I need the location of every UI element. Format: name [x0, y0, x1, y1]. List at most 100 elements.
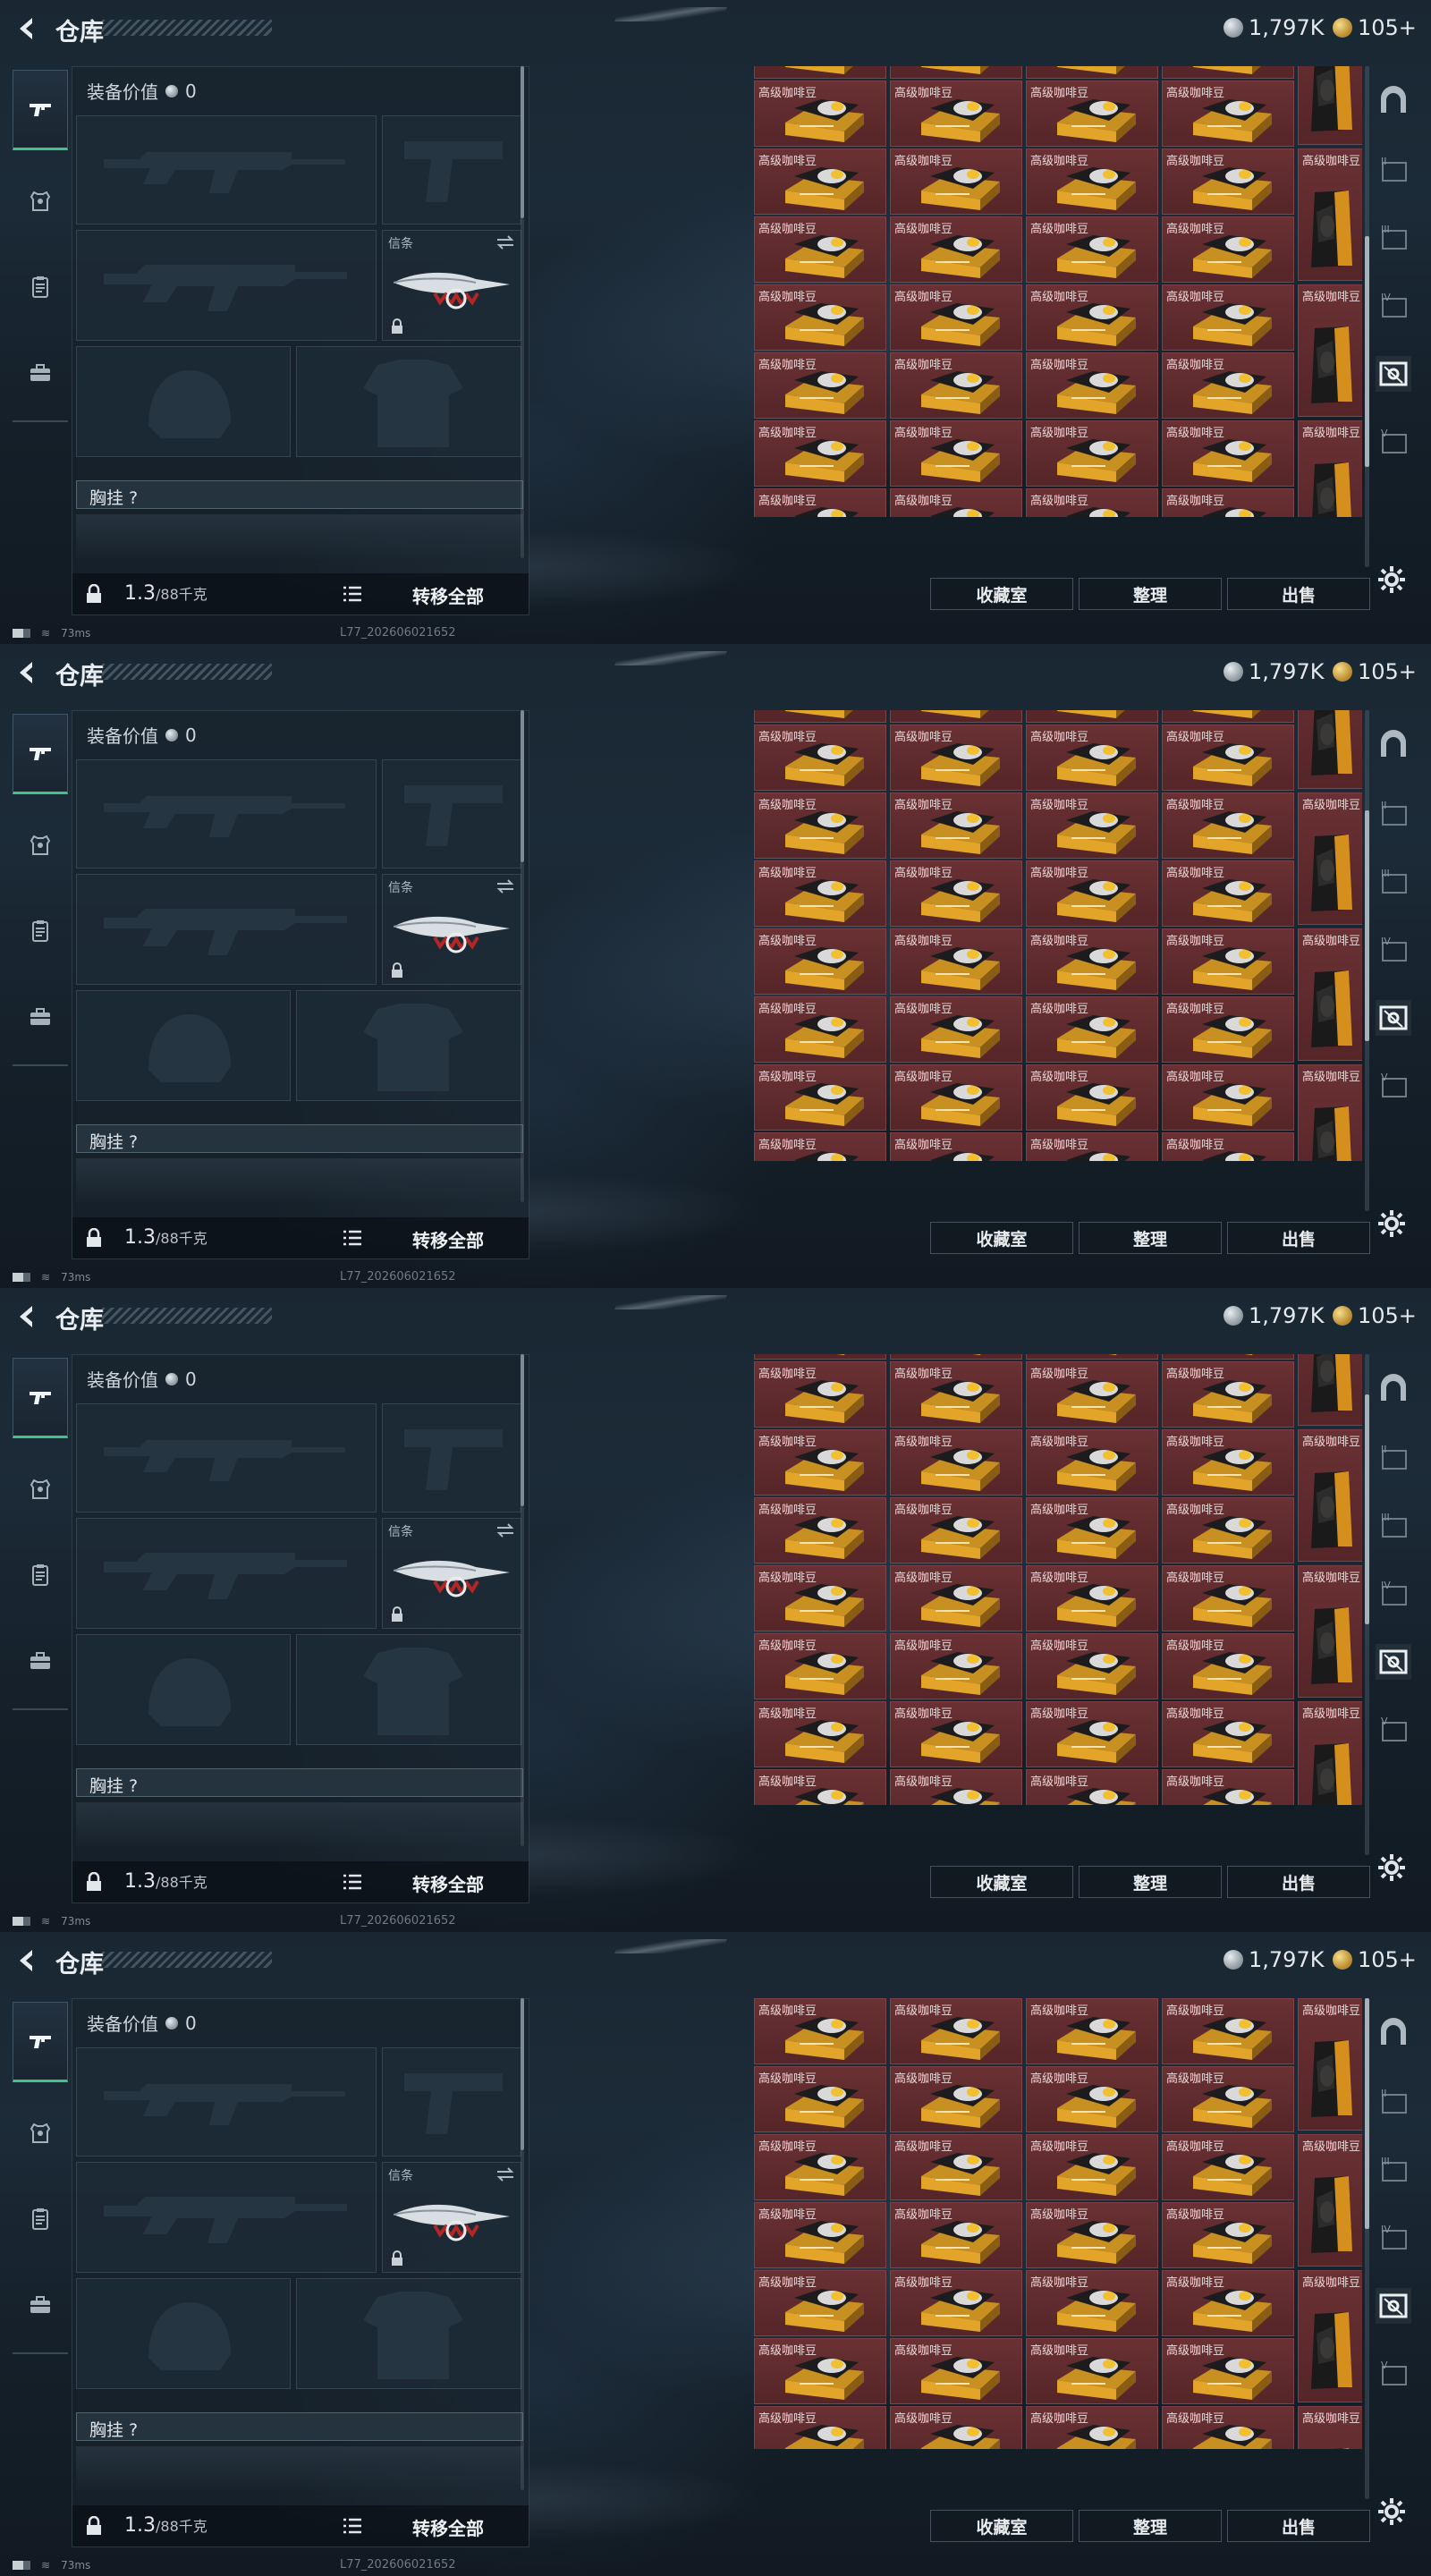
sell-button[interactable]: 出售: [1227, 2510, 1370, 2542]
inventory-item[interactable]: 高级咖啡豆: [890, 488, 1022, 517]
sell-button[interactable]: 出售: [1227, 578, 1370, 610]
inventory-item[interactable]: 高级咖啡豆: [890, 710, 1022, 723]
inventory-item[interactable]: 高级咖啡豆: [1162, 1998, 1294, 2064]
inventory-item[interactable]: 高级咖啡豆: [754, 2202, 886, 2268]
inventory-item[interactable]: 高级咖啡豆: [754, 2134, 886, 2200]
secondary-weapon-slot[interactable]: [76, 874, 377, 985]
back-button[interactable]: [13, 658, 41, 687]
sell-button[interactable]: 出售: [1227, 1222, 1370, 1254]
transfer-all-button[interactable]: 转移全部: [412, 2514, 484, 2540]
inventory-item[interactable]: 高级咖啡豆: [754, 2270, 886, 2336]
tab-armor[interactable]: [13, 1449, 68, 1530]
inventory-item[interactable]: 高级咖啡豆: [754, 792, 886, 859]
inventory-bag-item[interactable]: 高级咖啡豆: [1298, 2134, 1362, 2267]
inventory-item[interactable]: 高级咖啡豆: [1026, 1497, 1158, 1563]
melee-slot[interactable]: 信条: [382, 2162, 521, 2273]
inventory-item[interactable]: 高级咖啡豆: [890, 2270, 1022, 2336]
melee-slot[interactable]: 信条: [382, 874, 521, 985]
tab-gear[interactable]: [13, 1535, 68, 1615]
sidearm-slot[interactable]: [382, 2047, 521, 2157]
inventory-item[interactable]: 高级咖啡豆: [890, 284, 1022, 351]
inventory-item[interactable]: 高级咖啡豆: [890, 1633, 1022, 1699]
inventory-bag-item[interactable]: 高级咖啡豆: [1298, 148, 1362, 281]
inventory-item[interactable]: 高级咖啡豆: [1026, 1701, 1158, 1767]
storage-icon[interactable]: [1376, 2288, 1411, 2324]
inventory-item[interactable]: 高级咖啡豆: [1026, 148, 1158, 215]
inventory-bag-item[interactable]: 高级咖啡豆: [1298, 1064, 1362, 1161]
sort-button[interactable]: 整理: [1079, 1866, 1222, 1898]
swap-icon[interactable]: [495, 234, 515, 250]
inventory-item[interactable]: 高级咖啡豆: [754, 1064, 886, 1131]
inventory-item[interactable]: 高级咖啡豆: [1026, 352, 1158, 419]
tab-weapons[interactable]: [13, 70, 68, 150]
inventory-item[interactable]: 高级咖啡豆: [1026, 1633, 1158, 1699]
inventory-item[interactable]: 高级咖啡豆: [890, 724, 1022, 791]
primary-weapon-slot[interactable]: [76, 2047, 377, 2157]
inventory-item[interactable]: 高级咖啡豆: [1026, 2134, 1158, 2200]
tab-bags[interactable]: [13, 333, 68, 413]
gear-icon[interactable]: [1376, 1208, 1408, 1240]
gear-icon[interactable]: [1376, 1852, 1408, 1884]
tab-armor[interactable]: [13, 805, 68, 886]
inventory-item[interactable]: 高级咖啡豆: [1162, 488, 1294, 517]
inventory-item[interactable]: 高级咖啡豆: [890, 1769, 1022, 1805]
primary-weapon-slot[interactable]: [76, 115, 377, 225]
sort-button[interactable]: 整理: [1079, 2510, 1222, 2542]
map-iii-icon[interactable]: III: [1376, 220, 1411, 256]
map-iv-icon[interactable]: IV: [1376, 932, 1411, 968]
inventory-item[interactable]: 高级咖啡豆: [754, 710, 886, 723]
inventory-item[interactable]: 高级咖啡豆: [1026, 724, 1158, 791]
inventory-item[interactable]: 高级咖啡豆: [890, 1354, 1022, 1360]
inventory-item[interactable]: 高级咖啡豆: [1162, 1132, 1294, 1161]
inventory-item[interactable]: 高级咖啡豆: [1026, 1354, 1158, 1360]
inventory-item[interactable]: 高级咖啡豆: [754, 1132, 886, 1161]
gold-currency[interactable]: 105+: [1333, 1946, 1417, 1973]
inventory-item[interactable]: 高级咖啡豆: [1026, 1998, 1158, 2064]
sidearm-slot[interactable]: [382, 759, 521, 869]
inventory-item[interactable]: 高级咖啡豆: [1162, 792, 1294, 859]
inventory-item[interactable]: 高级咖啡豆: [754, 2066, 886, 2132]
equipment-scroll-track[interactable]: [521, 2150, 524, 2490]
inventory-item[interactable]: 高级咖啡豆: [754, 928, 886, 995]
inventory-item[interactable]: 高级咖啡豆: [1162, 420, 1294, 487]
map-iv-icon[interactable]: IV: [1376, 1576, 1411, 1612]
silver-currency[interactable]: 1,797K: [1224, 1946, 1324, 1973]
inventory-item[interactable]: 高级咖啡豆: [754, 2338, 886, 2404]
helmet-slot[interactable]: [76, 990, 291, 1101]
map-v-icon[interactable]: V: [1376, 2356, 1411, 2392]
tab-gear[interactable]: [13, 2179, 68, 2259]
inventory-item[interactable]: 高级咖啡豆: [1162, 2202, 1294, 2268]
collection-room-button[interactable]: 收藏室: [930, 2510, 1073, 2542]
swap-icon[interactable]: [495, 878, 515, 894]
bunker-icon[interactable]: [1376, 84, 1411, 120]
inventory-bag-item[interactable]: 高级咖啡豆: [1298, 66, 1362, 145]
sort-button[interactable]: 整理: [1079, 1222, 1222, 1254]
inventory-item[interactable]: 高级咖啡豆: [754, 724, 886, 791]
body-armor-slot[interactable]: [296, 2278, 521, 2389]
inventory-item[interactable]: 高级咖啡豆: [890, 80, 1022, 147]
primary-weapon-slot[interactable]: [76, 759, 377, 869]
inventory-item[interactable]: 高级咖啡豆: [1026, 2338, 1158, 2404]
inventory-item[interactable]: 高级咖啡豆: [890, 2338, 1022, 2404]
tab-weapons[interactable]: [13, 714, 68, 794]
inventory-item[interactable]: 高级咖啡豆: [754, 1429, 886, 1496]
inventory-item[interactable]: 高级咖啡豆: [890, 2066, 1022, 2132]
gear-icon[interactable]: [1376, 2496, 1408, 2528]
inventory-item[interactable]: 高级咖啡豆: [754, 80, 886, 147]
inventory-item[interactable]: 高级咖啡豆: [1162, 1361, 1294, 1428]
inventory-item[interactable]: 高级咖啡豆: [1026, 2202, 1158, 2268]
body-armor-slot[interactable]: [296, 346, 521, 457]
tab-armor[interactable]: [13, 161, 68, 242]
back-button[interactable]: [13, 1302, 41, 1331]
inventory-item[interactable]: 高级咖啡豆: [890, 860, 1022, 927]
inventory-item[interactable]: 高级咖啡豆: [890, 66, 1022, 79]
inventory-item[interactable]: 高级咖啡豆: [1026, 488, 1158, 517]
inventory-scrollbar[interactable]: [1365, 810, 1369, 1041]
inventory-item[interactable]: 高级咖啡豆: [754, 148, 886, 215]
inventory-bag-item[interactable]: 高级咖啡豆: [1298, 2270, 1362, 2402]
back-button[interactable]: [13, 1946, 41, 1975]
tab-weapons[interactable]: [13, 1358, 68, 1438]
inventory-item[interactable]: 高级咖啡豆: [890, 1565, 1022, 1631]
inventory-item[interactable]: 高级咖啡豆: [890, 420, 1022, 487]
equipment-scroll-track[interactable]: [521, 218, 524, 558]
